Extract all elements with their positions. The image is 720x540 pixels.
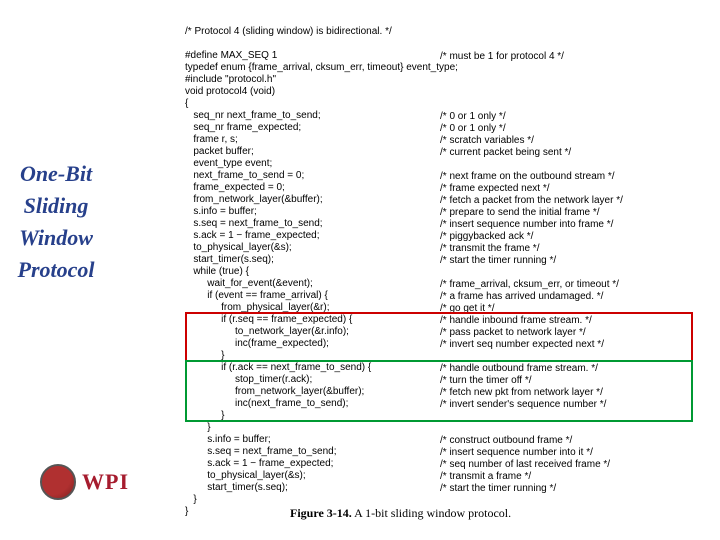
title-line-2: Sliding (24, 193, 89, 218)
slide-title: One-Bit Sliding Window Protocol (6, 158, 106, 286)
title-line-1: One-Bit (20, 161, 92, 186)
slide: One-Bit Sliding Window Protocol /* Proto… (0, 0, 720, 540)
code-comment: /* current packet being sent */ (440, 146, 571, 159)
figure-text: A 1-bit sliding window protocol. (352, 506, 511, 520)
wpi-logo: WPI (40, 464, 129, 500)
code-comment: /* must be 1 for protocol 4 */ (440, 50, 564, 63)
figure-caption: Figure 3-14. A 1-bit sliding window prot… (290, 506, 511, 521)
wpi-seal-icon (40, 464, 76, 500)
code-comment: /* start the timer running */ (440, 482, 556, 495)
code-listing: /* Protocol 4 (sliding window) is bidire… (185, 26, 458, 518)
inbound-highlight-box (185, 312, 693, 362)
title-line-3: Window (19, 225, 93, 250)
title-line-4: Protocol (18, 257, 95, 282)
figure-label: Figure 3-14. (290, 506, 352, 520)
outbound-highlight-box (185, 360, 693, 422)
wpi-wordmark: WPI (82, 469, 129, 495)
code-comment: /* start the timer running */ (440, 254, 556, 267)
